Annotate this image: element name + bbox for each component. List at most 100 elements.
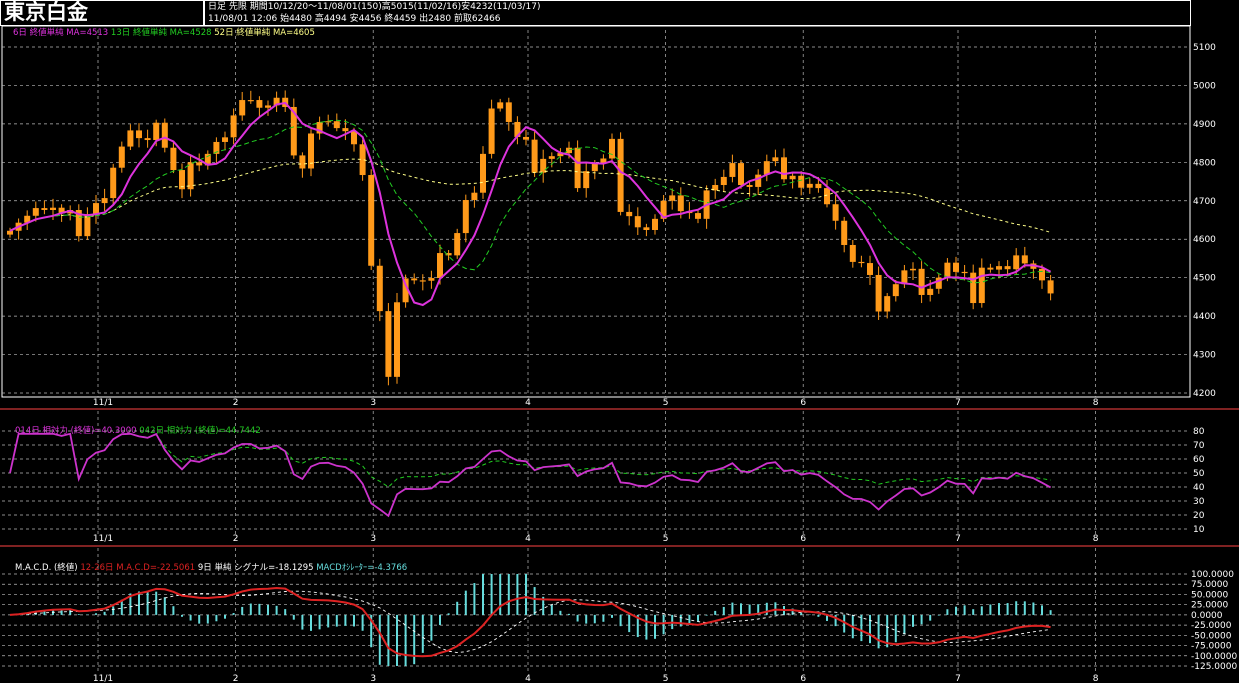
candle-body: [1021, 255, 1028, 264]
candle-body: [351, 131, 357, 145]
candle-body: [480, 153, 486, 193]
candle-body: [806, 183, 813, 188]
candle-body: [437, 253, 443, 279]
macd-tick-label: -50.0000: [1191, 631, 1232, 641]
price-tick-label: 4300: [1193, 351, 1216, 361]
candle-body: [144, 138, 151, 141]
time-tick-label: 5: [663, 674, 669, 683]
macd-tick-label: -100.0000: [1191, 652, 1237, 662]
price-tick-label: 4900: [1193, 120, 1216, 130]
time-tick-label: 3: [370, 534, 376, 544]
candle-body: [196, 162, 203, 166]
candle-body: [101, 198, 108, 204]
candle-body: [729, 163, 736, 177]
candle-body: [41, 208, 48, 211]
candle-body: [643, 227, 650, 230]
time-tick-label: 3: [370, 674, 376, 683]
rsi-tick-label: 30: [1193, 497, 1205, 507]
time-tick-label: 7: [955, 534, 961, 544]
time-tick-label: 3: [370, 398, 376, 408]
candle-body: [488, 108, 495, 154]
candle-body: [161, 122, 168, 148]
candle-body: [910, 268, 916, 271]
rsi-tick-label: 60: [1193, 455, 1205, 465]
candle-body: [875, 274, 882, 312]
time-tick-label: 7: [955, 398, 961, 408]
candle-body: [892, 284, 899, 297]
candle-body: [738, 163, 744, 186]
candle-body: [136, 130, 142, 139]
candle-body: [789, 175, 796, 180]
candle-body: [497, 102, 504, 109]
candle-body: [566, 147, 572, 154]
rsi-tick-label: 70: [1193, 441, 1205, 451]
candle-body: [695, 213, 701, 219]
main-panel-frame: [1, 25, 1191, 398]
candle-body: [368, 175, 375, 266]
candle-body: [222, 137, 228, 142]
candle-body: [574, 147, 581, 189]
candle-body: [7, 230, 13, 235]
time-tick-label: 6: [800, 534, 806, 544]
candle-body: [1004, 266, 1011, 270]
price-tick-label: 4700: [1193, 197, 1216, 207]
candle-body: [247, 100, 254, 102]
candle-body: [1047, 280, 1054, 294]
time-tick-label: 8: [1093, 674, 1099, 683]
candle-body: [832, 204, 839, 221]
price-tick-label: 4600: [1193, 235, 1216, 245]
candle-body: [824, 188, 830, 205]
candle-body: [987, 267, 994, 270]
candle-body: [1013, 255, 1020, 270]
macd-tick-label: 0.0000: [1191, 611, 1223, 621]
rsi14-line: [9, 432, 1052, 518]
candle-body: [265, 105, 271, 108]
time-tick-label: 2: [233, 534, 239, 544]
price-tick-label: 5100: [1193, 43, 1216, 53]
candle-body: [523, 136, 529, 140]
candle-body: [996, 266, 1002, 270]
candle-body: [677, 195, 684, 212]
macd-tick-label: 50.0000: [1191, 590, 1228, 600]
candle-body: [970, 272, 977, 304]
candle-body: [540, 158, 547, 173]
candle-body: [471, 192, 478, 201]
time-tick-label: 4: [525, 674, 531, 683]
time-tick-label: 6: [800, 398, 806, 408]
candle-body: [333, 121, 340, 129]
price-tick-label: 5000: [1193, 81, 1216, 91]
candle-body: [127, 130, 134, 147]
candle-body: [841, 220, 848, 245]
candle-body: [32, 208, 39, 216]
candle-body: [110, 167, 117, 199]
candle-body: [583, 171, 590, 189]
candle-body: [781, 157, 787, 180]
candle-body: [342, 128, 349, 132]
candle-body: [170, 147, 177, 171]
candle-body: [548, 156, 555, 159]
candle-body: [961, 271, 968, 274]
candle-body: [609, 138, 615, 159]
candle-body: [230, 115, 237, 138]
candle-body: [299, 155, 306, 169]
candle-body: [256, 100, 263, 108]
candle-body: [591, 163, 598, 172]
price-tick-label: 4800: [1193, 158, 1216, 168]
time-tick-label: 5: [663, 398, 669, 408]
candle-body: [634, 216, 641, 228]
time-tick-label: 8: [1093, 534, 1099, 544]
rsi-tick-label: 10: [1193, 525, 1205, 535]
candle-body: [153, 122, 160, 141]
chart-canvas: 4200430044004500460047004800490050005100…: [0, 25, 1239, 683]
candle-body: [505, 102, 512, 122]
candle-body: [953, 262, 959, 272]
candle-body: [394, 302, 400, 377]
price-tick-label: 4200: [1193, 389, 1216, 399]
rsi-tick-label: 40: [1193, 483, 1205, 493]
candle-body: [626, 211, 633, 217]
candle-body: [772, 157, 779, 162]
rsi-tick-label: 50: [1193, 469, 1205, 479]
candle-body: [867, 263, 873, 275]
price-tick-label: 4500: [1193, 274, 1216, 284]
rsi-tick-label: 20: [1193, 511, 1205, 521]
